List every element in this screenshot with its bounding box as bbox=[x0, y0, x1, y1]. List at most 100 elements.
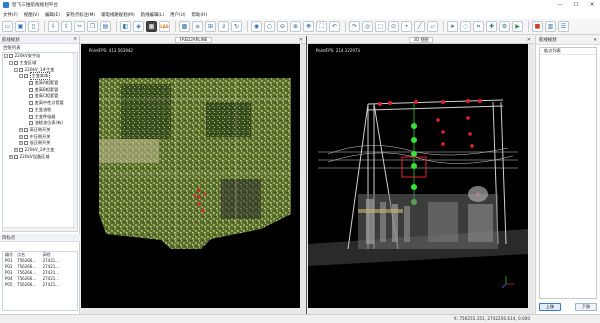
menu-help[interactable]: 帮助(H) bbox=[192, 12, 208, 18]
zoom-in-button[interactable]: ⊕ bbox=[290, 21, 301, 32]
tree-checkbox[interactable] bbox=[29, 94, 33, 99]
copy-button[interactable]: ❐ bbox=[87, 21, 98, 32]
fit-button[interactable]: ⛶ bbox=[316, 21, 327, 32]
waypoint-list[interactable]: 航点列表 bbox=[539, 47, 597, 299]
top-view-close-icon[interactable]: ✕ bbox=[299, 37, 303, 43]
tree-checkbox[interactable] bbox=[14, 154, 18, 159]
image-button[interactable]: ◧ bbox=[120, 21, 131, 32]
tree-checkbox[interactable] bbox=[24, 134, 28, 139]
pan-button[interactable]: ✥ bbox=[303, 21, 314, 32]
menu-user[interactable]: 用户(U) bbox=[170, 12, 185, 18]
move-up-button[interactable]: 上移 bbox=[539, 303, 561, 311]
menu-line-planning[interactable]: 输电线路规划(M) bbox=[101, 12, 135, 18]
zoom-out-button[interactable]: ⊖ bbox=[277, 21, 288, 32]
tree-checkbox[interactable] bbox=[14, 61, 18, 66]
collapse-icon[interactable]: - bbox=[14, 67, 18, 72]
point-button[interactable]: • bbox=[401, 21, 412, 32]
tree-checkbox[interactable] bbox=[24, 74, 28, 79]
tree-node[interactable]: - 主变本体 bbox=[3, 72, 77, 81]
tree-node[interactable]: 变高C相套管 bbox=[3, 93, 77, 100]
tree-node[interactable]: - 主变区域 bbox=[3, 60, 77, 67]
menu-route-edit[interactable]: 航线编辑(L) bbox=[141, 12, 164, 18]
save-button[interactable]: ▣ bbox=[15, 21, 26, 32]
zoom-rect-button[interactable]: ⬚ bbox=[375, 21, 386, 32]
cursor-button[interactable]: ➤ bbox=[447, 21, 458, 32]
tree-node[interactable]: + 高压侧开关 bbox=[3, 127, 77, 134]
tree-node[interactable]: +220kV_2#主变 bbox=[3, 147, 77, 154]
top-view-vertical-scrollbar[interactable] bbox=[300, 44, 306, 308]
tree-node[interactable]: 油枕油位表(有) bbox=[3, 120, 77, 127]
area-button[interactable]: ▱ bbox=[427, 21, 438, 32]
menu-view[interactable]: 视图(V) bbox=[24, 12, 39, 18]
expand-icon[interactable]: + bbox=[19, 127, 23, 132]
crop-button[interactable]: ⌗ bbox=[473, 21, 484, 32]
3d-view-vertical-scrollbar[interactable] bbox=[528, 44, 534, 308]
play-button[interactable]: ▶ bbox=[512, 21, 523, 32]
3d-view-close-icon[interactable]: ✕ bbox=[527, 37, 531, 43]
tree-checkbox[interactable] bbox=[24, 127, 28, 132]
expand-icon[interactable]: + bbox=[9, 154, 13, 159]
top-view-viewport[interactable]: FRED2ARLINE ✕ PointFPS: 413.563942 bbox=[81, 36, 307, 314]
tree-node[interactable]: - 220kV安宁站 bbox=[3, 53, 77, 60]
align-button[interactable]: ≡ bbox=[192, 21, 203, 32]
maximize-button[interactable]: ☐ bbox=[568, 0, 584, 10]
line-button[interactable]: ╱ bbox=[414, 21, 425, 32]
menu-file[interactable]: 文件(F) bbox=[3, 12, 18, 18]
chart-button[interactable]: ▥ bbox=[545, 21, 556, 32]
paste-button[interactable]: ▤ bbox=[100, 21, 111, 32]
lock-button[interactable]: ◉ bbox=[251, 21, 262, 32]
expand-icon[interactable]: + bbox=[19, 134, 23, 139]
grid-2-button[interactable]: ▩ bbox=[179, 21, 190, 32]
move-down-button[interactable]: 下移 bbox=[575, 303, 597, 311]
unlock-button[interactable]: ○ bbox=[264, 21, 275, 32]
left-panel-close-button[interactable]: ✕ bbox=[73, 37, 77, 42]
grid-button[interactable]: ▦ bbox=[146, 21, 157, 32]
tree-checkbox[interactable] bbox=[29, 101, 33, 106]
tree-checkbox[interactable] bbox=[19, 67, 23, 72]
tree-node[interactable]: + 中压侧开关 bbox=[3, 133, 77, 140]
tree-node[interactable]: 主变油枕 bbox=[3, 107, 77, 114]
table-row[interactable]: P05 756266... 27421... bbox=[4, 281, 64, 287]
new-file-button[interactable]: ▯ bbox=[28, 21, 39, 32]
collapse-icon[interactable]: - bbox=[4, 54, 8, 59]
tree-node[interactable]: +220kV设备区域 bbox=[3, 153, 77, 160]
tree-checkbox[interactable] bbox=[29, 114, 33, 119]
collapse-icon[interactable]: - bbox=[9, 61, 13, 66]
tree-checkbox[interactable] bbox=[19, 147, 23, 152]
measure-button[interactable]: ⊞ bbox=[205, 21, 216, 32]
add-button[interactable]: ✚ bbox=[486, 21, 497, 32]
import-button[interactable]: ⇩ bbox=[48, 21, 59, 32]
expand-icon[interactable]: + bbox=[19, 141, 23, 146]
list-button[interactable]: ☰ bbox=[558, 21, 569, 32]
tree-node[interactable]: 变高A相套管 bbox=[3, 80, 77, 87]
folder-open-button[interactable]: ▭ bbox=[2, 21, 13, 32]
tree-node[interactable]: 变高中性点套管 bbox=[3, 100, 77, 107]
3d-viewport[interactable]: 3D 视图 ✕ PointFPS: 214.122973 bbox=[308, 36, 534, 314]
tree-checkbox[interactable] bbox=[29, 107, 33, 112]
stop-button[interactable]: ■ bbox=[532, 21, 543, 32]
top-view-tab[interactable]: FRED2ARLINE bbox=[174, 36, 213, 43]
tree-vertical-scrollbar[interactable] bbox=[73, 53, 77, 231]
tree-node[interactable]: + 低压侧开关 bbox=[3, 140, 77, 147]
collapse-icon[interactable]: - bbox=[19, 74, 23, 79]
menu-edit[interactable]: 编辑(E) bbox=[45, 12, 60, 18]
rotate-button[interactable]: ↻ bbox=[231, 21, 242, 32]
right-panel-close-button[interactable]: ✕ bbox=[593, 38, 597, 43]
bookmark-button[interactable]: ◈ bbox=[133, 21, 144, 32]
undo-button[interactable]: ↶ bbox=[329, 21, 340, 32]
tree-checkbox[interactable] bbox=[29, 121, 33, 126]
compass-button[interactable]: ◎ bbox=[362, 21, 373, 32]
export-button[interactable]: ⇧ bbox=[61, 21, 72, 32]
close-button[interactable]: ✕ bbox=[584, 0, 600, 10]
tree-horizontal-scrollbar[interactable] bbox=[3, 227, 75, 231]
cut-button[interactable]: ✂ bbox=[74, 21, 85, 32]
expand-icon[interactable]: + bbox=[14, 147, 18, 152]
download-button[interactable]: ⇓ bbox=[218, 21, 229, 32]
tree-checkbox[interactable] bbox=[29, 87, 33, 92]
cube-button[interactable]: LAS bbox=[159, 21, 170, 32]
tree-checkbox[interactable] bbox=[9, 54, 13, 59]
minimize-button[interactable]: — bbox=[552, 0, 568, 10]
menu-inspection-mark[interactable]: 安检点标注(M) bbox=[66, 12, 95, 18]
target-button[interactable]: ⊙ bbox=[388, 21, 399, 32]
settings-button[interactable]: ⚙ bbox=[499, 21, 510, 32]
